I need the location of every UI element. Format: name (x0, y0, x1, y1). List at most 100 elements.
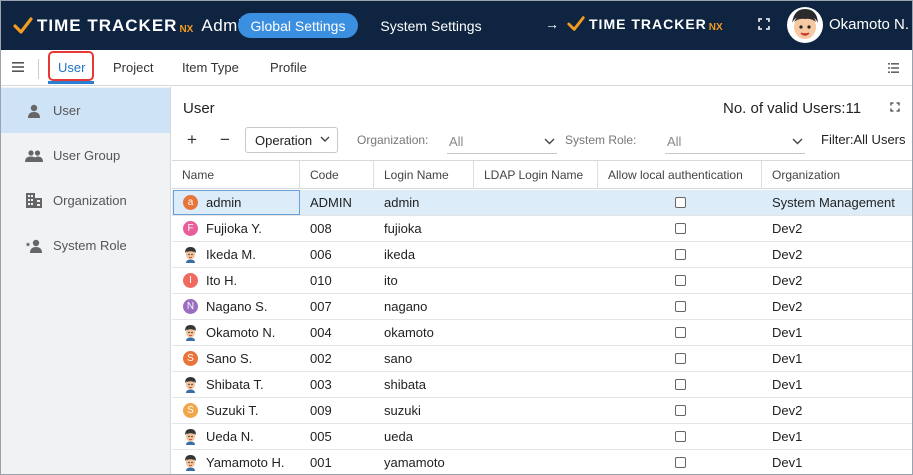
cell-name: Ikeda M. (206, 247, 256, 262)
cell-code: 006 (310, 247, 332, 262)
logo-check-icon (567, 16, 585, 31)
cell-organization: Dev1 (772, 351, 803, 366)
logo-text: TIME TRACKER (589, 16, 707, 32)
column-header-name[interactable]: Name (172, 161, 300, 189)
table-row[interactable]: Ikeda M. 006 ikeda Dev2 (172, 242, 912, 268)
remove-user-button[interactable]: − (220, 130, 230, 150)
column-header-ldap-login-name[interactable]: LDAP Login Name (474, 161, 598, 189)
logo-text: TIME TRACKER (37, 16, 178, 35)
sidebar-item-organization[interactable]: Organization (1, 178, 170, 223)
app-logo[interactable]: TIME TRACKER NX Admin (13, 14, 252, 38)
allow-local-auth-checkbox[interactable] (675, 301, 686, 312)
user-photo-avatar (185, 325, 196, 341)
global-settings-button[interactable]: Global Settings (238, 13, 358, 38)
cell-name: Ueda N. (206, 429, 254, 444)
cell-organization: Dev2 (772, 299, 803, 314)
initial-avatar: F (183, 221, 198, 236)
table-row[interactable]: S Sano S. 002 sano Dev1 (172, 346, 912, 372)
cell-login-name: admin (384, 195, 420, 210)
cell-name: Okamoto N. (206, 325, 276, 340)
allow-local-auth-checkbox[interactable] (675, 197, 686, 208)
table-row[interactable]: S Suzuki T. 009 suzuki Dev2 (172, 398, 912, 424)
cell-name: Yamamoto H. (206, 455, 285, 470)
table-row[interactable]: Okamoto N. 004 okamoto Dev1 (172, 320, 912, 346)
add-user-button[interactable]: + (187, 130, 197, 150)
chevron-down-icon (320, 136, 330, 142)
sidebar-item-system-role[interactable]: System Role (1, 223, 170, 268)
system-role-select[interactable]: All (665, 128, 805, 154)
cell-login-name: ito (384, 273, 398, 288)
sidebar-item-label: User Group (53, 148, 121, 163)
time-tracker-link[interactable]: TIME TRACKER NX (567, 15, 723, 33)
sidebar-item-label: Organization (53, 193, 127, 208)
cell-name: admin (206, 195, 242, 210)
cell-organization: Dev2 (772, 273, 803, 288)
operation-dropdown[interactable]: Operation (245, 127, 338, 153)
list-view-icon[interactable] (888, 63, 899, 73)
table-row[interactable]: Shibata T. 003 shibata Dev1 (172, 372, 912, 398)
sidebar: User User Group Organization System Role (1, 87, 171, 474)
cell-code: 009 (310, 403, 332, 418)
table-row[interactable]: F Fujioka Y. 008 fujioka Dev2 (172, 216, 912, 242)
initial-avatar: S (183, 403, 198, 418)
tab-user[interactable]: User (58, 60, 85, 75)
column-header-code[interactable]: Code (300, 161, 374, 189)
app-window: TIME TRACKER NX Admin Global Settings Sy… (0, 0, 913, 475)
sidebar-item-label: System Role (53, 238, 127, 253)
table-header: Name Code Login Name LDAP Login Name All… (172, 160, 912, 189)
current-user-name[interactable]: Okamoto N. (829, 16, 909, 33)
valid-users-count: No. of valid Users:11 (723, 100, 862, 117)
cell-code: 002 (310, 351, 332, 366)
table-row[interactable]: a admin ADMIN admin System Management (172, 190, 912, 216)
allow-local-auth-checkbox[interactable] (675, 249, 686, 260)
top-bar: TIME TRACKER NX Admin Global Settings Sy… (1, 1, 912, 50)
sidebar-item-user-group[interactable]: User Group (1, 133, 170, 178)
initial-avatar: N (183, 299, 198, 314)
column-header-login-name[interactable]: Login Name (374, 161, 474, 189)
cell-code: 005 (310, 429, 332, 444)
tab-item-type[interactable]: Item Type (182, 60, 239, 75)
cell-organization: Dev2 (772, 403, 803, 418)
table-row[interactable]: Yamamoto H. 001 yamamoto Dev1 (172, 450, 912, 474)
chevron-down-icon (544, 138, 555, 145)
chevron-down-icon (792, 138, 803, 145)
allow-local-auth-checkbox[interactable] (675, 327, 686, 338)
cell-code: 010 (310, 273, 332, 288)
allow-local-auth-checkbox[interactable] (675, 379, 686, 390)
cell-login-name: ikeda (384, 247, 416, 262)
logo-suffix: NX (708, 21, 723, 33)
sidebar-item-user[interactable]: User (1, 88, 170, 133)
cell-name: Sano S. (206, 351, 253, 366)
user-photo-avatar (185, 247, 196, 263)
system-settings-button[interactable]: System Settings (370, 13, 492, 38)
table-row[interactable]: N Nagano S. 007 nagano Dev2 (172, 294, 912, 320)
logo-check-icon (13, 17, 33, 34)
fullscreen-icon[interactable] (758, 18, 770, 30)
allow-local-auth-checkbox[interactable] (675, 223, 686, 234)
user-photo-avatar (185, 377, 196, 393)
operation-label: Operation (255, 132, 313, 148)
cell-login-name: suzuki (384, 403, 421, 418)
table-row[interactable]: Ueda N. 005 ueda Dev1 (172, 424, 912, 450)
system-role-select-value: All (667, 134, 682, 149)
tab-profile[interactable]: Profile (270, 60, 307, 75)
filter-status[interactable]: Filter:All Users (821, 132, 906, 147)
allow-local-auth-checkbox[interactable] (675, 457, 686, 468)
cell-name: Shibata T. (206, 377, 264, 392)
organization-select[interactable]: All (447, 128, 557, 154)
cell-organization: Dev2 (772, 247, 803, 262)
column-header-organization[interactable]: Organization (762, 161, 912, 189)
table-row[interactable]: I Ito H. 010 ito Dev2 (172, 268, 912, 294)
system-role-filter-label: System Role: (565, 133, 637, 147)
cell-login-name: fujioka (384, 221, 422, 236)
person-star-icon (25, 238, 43, 254)
column-header-allow-local-auth[interactable]: Allow local authentication (598, 161, 762, 189)
hamburger-menu-icon[interactable] (12, 62, 24, 72)
allow-local-auth-checkbox[interactable] (675, 405, 686, 416)
user-avatar[interactable] (786, 6, 824, 44)
tab-project[interactable]: Project (113, 60, 153, 75)
allow-local-auth-checkbox[interactable] (675, 431, 686, 442)
fullscreen-icon[interactable] (890, 102, 900, 112)
allow-local-auth-checkbox[interactable] (675, 275, 686, 286)
allow-local-auth-checkbox[interactable] (675, 353, 686, 364)
